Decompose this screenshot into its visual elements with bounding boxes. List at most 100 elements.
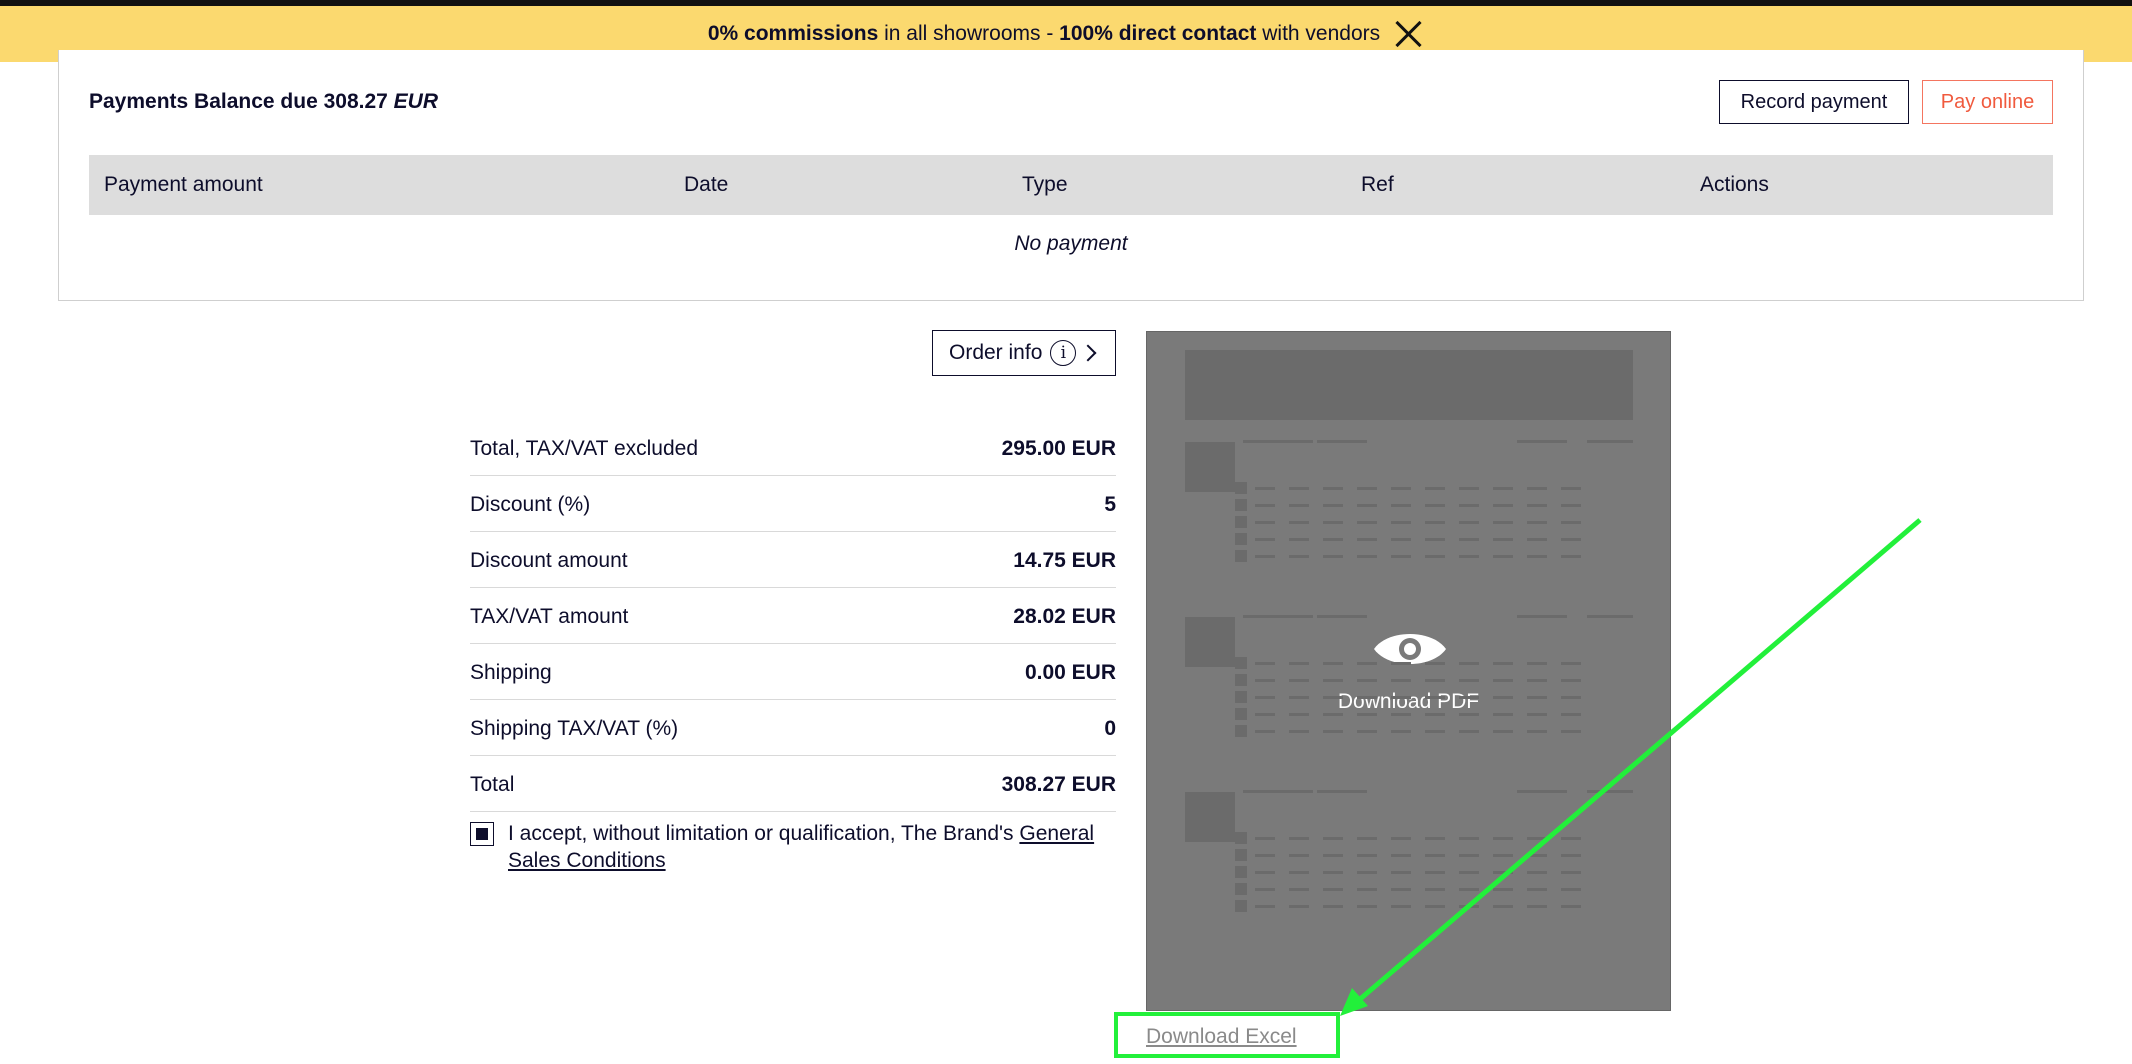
- pdf-line-placeholder: [1289, 854, 1309, 857]
- column-header-ref: Ref: [1361, 173, 1394, 196]
- pdf-line-placeholder: [1561, 487, 1581, 490]
- record-payment-button[interactable]: Record payment: [1719, 80, 1909, 124]
- pdf-line-placeholder: [1425, 504, 1445, 507]
- pdf-line-placeholder: [1323, 905, 1343, 908]
- pdf-line-placeholder: [1493, 905, 1513, 908]
- column-header-type: Type: [1022, 173, 1068, 196]
- pdf-line-placeholder: [1323, 871, 1343, 874]
- pdf-cell-placeholder: [1235, 499, 1247, 511]
- pdf-line-placeholder: [1391, 679, 1411, 682]
- pdf-line-placeholder: [1459, 871, 1479, 874]
- pdf-preview-download[interactable]: Download PDF: [1146, 331, 1671, 1011]
- pdf-line-placeholder: [1459, 696, 1479, 699]
- pdf-line-placeholder: [1243, 790, 1313, 793]
- pdf-line-placeholder: [1289, 487, 1309, 490]
- pdf-cell-placeholder: [1235, 533, 1247, 545]
- pdf-line-placeholder: [1323, 504, 1343, 507]
- pdf-line-placeholder: [1527, 555, 1547, 558]
- pdf-line-placeholder: [1527, 696, 1547, 699]
- pdf-line-placeholder: [1527, 521, 1547, 524]
- pdf-cell-placeholder: [1235, 657, 1247, 669]
- download-pdf-label: Download PDF: [1337, 690, 1480, 713]
- pdf-line-placeholder: [1425, 730, 1445, 733]
- pdf-line-placeholder: [1255, 905, 1275, 908]
- pdf-line-placeholder: [1323, 696, 1343, 699]
- pdf-line-placeholder: [1255, 713, 1275, 716]
- pdf-cell-placeholder: [1235, 849, 1247, 861]
- pdf-line-placeholder: [1493, 854, 1513, 857]
- totals-value: 5: [1104, 492, 1116, 516]
- totals-label: Discount (%): [470, 492, 591, 516]
- pdf-line-placeholder: [1561, 504, 1581, 507]
- pdf-header-placeholder: [1185, 350, 1633, 420]
- pdf-line-placeholder: [1517, 790, 1567, 793]
- pdf-line-placeholder: [1493, 837, 1513, 840]
- pdf-line-placeholder: [1561, 905, 1581, 908]
- pdf-line-placeholder: [1243, 615, 1313, 618]
- pdf-line-placeholder: [1517, 440, 1567, 443]
- pdf-cell-placeholder: [1235, 708, 1247, 720]
- pdf-line-placeholder: [1243, 440, 1313, 443]
- pdf-line-placeholder: [1323, 888, 1343, 891]
- pdf-line-placeholder: [1587, 615, 1633, 618]
- pdf-line-placeholder: [1459, 504, 1479, 507]
- pdf-line-placeholder: [1391, 837, 1411, 840]
- pdf-line-placeholder: [1561, 854, 1581, 857]
- pdf-line-placeholder: [1425, 837, 1445, 840]
- pdf-line-placeholder: [1289, 504, 1309, 507]
- close-icon[interactable]: [1394, 19, 1424, 49]
- pdf-line-placeholder: [1561, 662, 1581, 665]
- totals-value: 295.00 EUR: [1001, 436, 1116, 460]
- pdf-cell-placeholder: [1235, 550, 1247, 562]
- pdf-line-placeholder: [1459, 888, 1479, 891]
- totals-row: Shipping TAX/VAT (%) 0: [470, 700, 1116, 756]
- pdf-line-placeholder: [1323, 521, 1343, 524]
- pdf-cell-placeholder: [1235, 725, 1247, 737]
- pdf-line-placeholder: [1493, 679, 1513, 682]
- pdf-line-placeholder: [1289, 538, 1309, 541]
- pdf-line-placeholder: [1493, 504, 1513, 507]
- pay-online-button[interactable]: Pay online: [1922, 80, 2053, 124]
- payments-table: Payment amount Date Type Ref Actions No …: [89, 155, 2053, 256]
- terms-acceptance: I accept, without limitation or qualific…: [470, 820, 1116, 874]
- pdf-line-placeholder: [1425, 854, 1445, 857]
- pdf-line-placeholder: [1357, 521, 1377, 524]
- pdf-line-placeholder: [1493, 713, 1513, 716]
- pdf-line-placeholder: [1255, 504, 1275, 507]
- pdf-line-placeholder: [1493, 555, 1513, 558]
- pdf-line-placeholder: [1425, 555, 1445, 558]
- pdf-line-placeholder: [1255, 837, 1275, 840]
- pdf-line-placeholder: [1459, 854, 1479, 857]
- pdf-line-placeholder: [1493, 696, 1513, 699]
- pdf-line-placeholder: [1357, 487, 1377, 490]
- pdf-line-placeholder: [1517, 615, 1567, 618]
- pdf-line-placeholder: [1459, 730, 1479, 733]
- pdf-line-placeholder: [1425, 871, 1445, 874]
- pdf-line-placeholder: [1255, 730, 1275, 733]
- pdf-line-placeholder: [1459, 538, 1479, 541]
- pdf-line-placeholder: [1527, 854, 1547, 857]
- order-info-button[interactable]: Order info i: [932, 330, 1116, 376]
- no-payment-text: No payment: [1014, 232, 1128, 255]
- highlight-box: [1114, 1012, 1340, 1058]
- pdf-line-placeholder: [1561, 730, 1581, 733]
- pdf-line-placeholder: [1459, 521, 1479, 524]
- pdf-cell-placeholder: [1235, 674, 1247, 686]
- pdf-line-placeholder: [1493, 871, 1513, 874]
- totals-label: Discount amount: [470, 548, 628, 572]
- pdf-line-placeholder: [1527, 679, 1547, 682]
- info-icon: i: [1050, 340, 1077, 366]
- pdf-line-placeholder: [1527, 504, 1547, 507]
- pdf-line-placeholder: [1561, 871, 1581, 874]
- pdf-line-placeholder: [1289, 521, 1309, 524]
- terms-text: I accept, without limitation or qualific…: [508, 822, 1095, 872]
- pdf-cell-placeholder: [1235, 866, 1247, 878]
- pdf-line-placeholder: [1425, 521, 1445, 524]
- pdf-line-placeholder: [1425, 662, 1445, 665]
- pdf-line-placeholder: [1459, 679, 1479, 682]
- pdf-line-placeholder: [1459, 837, 1479, 840]
- pdf-line-placeholder: [1323, 662, 1343, 665]
- totals-row: Discount (%) 5: [470, 476, 1116, 532]
- pdf-line-placeholder: [1561, 679, 1581, 682]
- accept-terms-checkbox[interactable]: [470, 822, 494, 846]
